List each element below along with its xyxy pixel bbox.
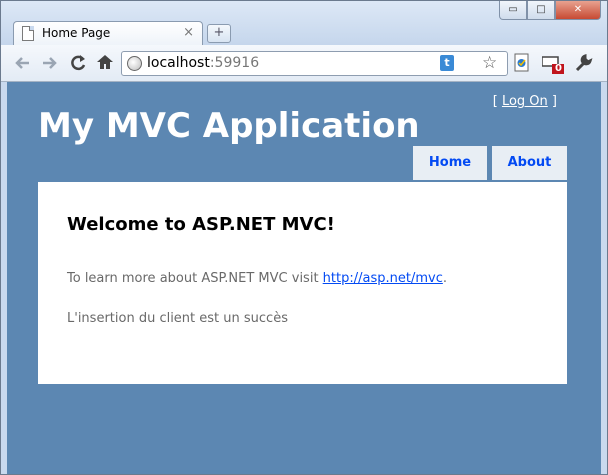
back-icon[interactable] — [13, 55, 31, 71]
browser-toolbar: localhost:59916 t ☆ 0 — [1, 45, 607, 82]
welcome-heading: Welcome to ASP.NET MVC! — [67, 214, 335, 235]
twitter-icon[interactable]: t — [440, 55, 454, 71]
close-button[interactable]: ✕ — [555, 1, 601, 20]
wrench-icon[interactable] — [573, 53, 593, 73]
globe-icon — [127, 56, 142, 71]
address-bar[interactable]: localhost:59916 t ☆ — [121, 51, 508, 76]
tab-title: Home Page — [42, 26, 111, 40]
forward-icon[interactable] — [41, 55, 59, 71]
url-text[interactable]: localhost:59916 — [147, 55, 259, 71]
page-icon — [22, 26, 34, 41]
maximize-button[interactable]: □ — [527, 1, 555, 20]
window-controls: ▭ □ ✕ — [499, 1, 601, 21]
new-tab-button[interactable]: + — [207, 24, 231, 43]
page-icon[interactable] — [513, 53, 531, 73]
star-icon[interactable]: ☆ — [482, 53, 497, 73]
menu-about[interactable]: About — [492, 146, 567, 180]
tab-close-icon[interactable]: × — [183, 25, 194, 40]
counter-extension-icon[interactable] — [542, 55, 566, 75]
reload-icon[interactable] — [69, 54, 87, 72]
site-title: My MVC Application — [38, 106, 420, 146]
log-on-link[interactable]: Log On — [502, 94, 548, 109]
badge-count: 0 — [555, 63, 562, 74]
tab-home-page[interactable]: Home Page × — [13, 21, 203, 46]
home-icon[interactable] — [96, 53, 114, 71]
main-content: Welcome to ASP.NET MVC! To learn more ab… — [38, 182, 567, 384]
login-display: [ Log On ] — [492, 94, 557, 109]
title-bar: Home Page × + ▭ □ ✕ — [1, 1, 607, 46]
success-message: L'insertion du client est un succès — [67, 311, 288, 326]
browser-window: Home Page × + ▭ □ ✕ localhost:59916 t ☆ — [0, 0, 608, 475]
menu-home[interactable]: Home — [413, 146, 487, 180]
info-paragraph: To learn more about ASP.NET MVC visit ht… — [67, 271, 447, 286]
web-page: [ Log On ] My MVC Application Home About… — [7, 82, 601, 474]
asp-net-link[interactable]: http://asp.net/mvc — [323, 271, 443, 286]
minimize-button[interactable]: ▭ — [499, 1, 527, 20]
